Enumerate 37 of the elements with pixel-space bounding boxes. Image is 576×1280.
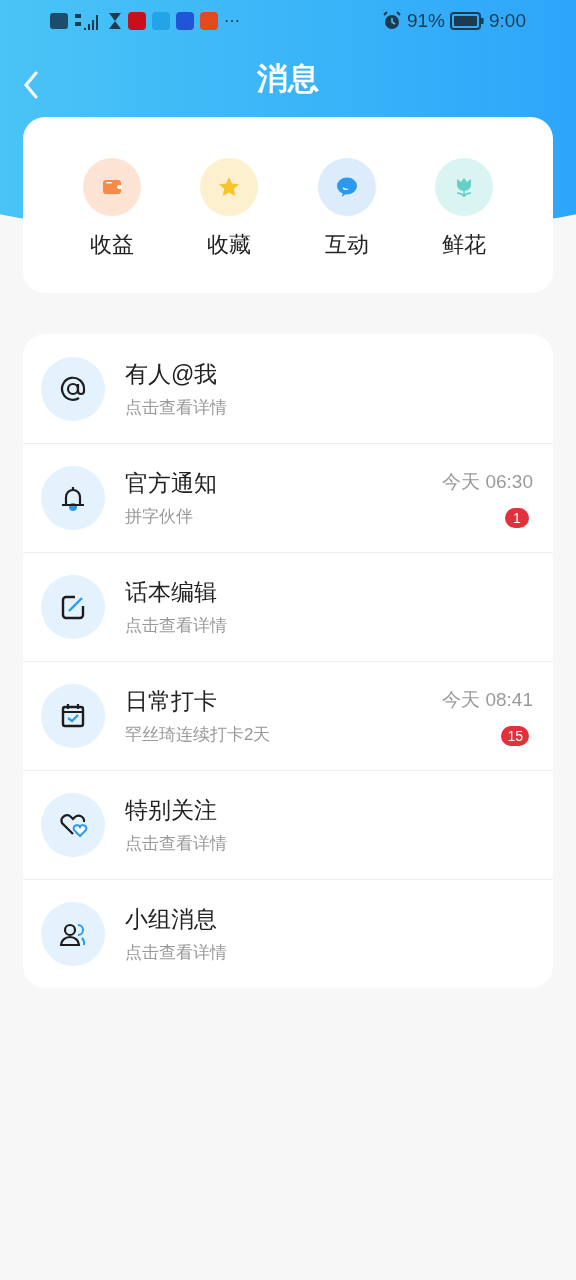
message-row[interactable]: 小组消息 点击查看详情	[23, 879, 553, 988]
app-icon	[176, 12, 194, 30]
unread-count: 1	[505, 508, 529, 529]
message-subtitle: 拼字伙伴	[125, 506, 194, 528]
message-title: 特别关注	[125, 796, 218, 825]
message-subtitle: 点击查看详情	[125, 396, 228, 419]
message-row[interactable]: 有人@我 点击查看详情	[23, 334, 553, 443]
message-subtitle: 点击查看详情	[125, 615, 228, 637]
message-row[interactable]: 话本编辑 点击查看详情	[23, 552, 553, 661]
shortcut-item[interactable]: 收藏	[170, 158, 288, 293]
app-icon	[128, 12, 146, 30]
message-time: 今天 06:30	[442, 469, 533, 494]
battery-icon	[450, 12, 484, 30]
message-subtitle: 点击查看详情	[125, 833, 228, 855]
app-icon	[152, 12, 170, 30]
message-row[interactable]: 官方通知 拼字伙伴 今天 06:30 1	[23, 443, 553, 552]
message-row[interactable]: 特别关注 点击查看详情	[23, 770, 553, 879]
hourglass-icon	[108, 12, 122, 30]
more-notifications: ⋯	[224, 11, 240, 31]
page-title: 消息	[257, 60, 319, 99]
shortcut-item[interactable]: 鲜花	[405, 158, 523, 293]
message-title: 小组消息	[125, 905, 218, 934]
message-time: 今天 08:41	[442, 687, 533, 712]
message-title: 有人@我	[125, 359, 219, 389]
message-title: 话本编辑	[125, 578, 218, 607]
app-icon	[200, 12, 218, 30]
message-title: 官方通知	[125, 469, 218, 498]
battery-percent: 91%	[407, 8, 445, 33]
message-title: 日常打卡	[125, 687, 218, 716]
message-row[interactable]: 日常打卡 罕丝琦连续打卡2天 今天 08:41 15	[23, 661, 553, 770]
alarm-icon	[382, 11, 402, 31]
clock-time: 9:00	[489, 8, 526, 33]
unread-count: 15	[501, 726, 529, 747]
shortcut-item[interactable]: 互动	[288, 158, 406, 293]
message-subtitle: 点击查看详情	[125, 942, 228, 964]
message-subtitle: 罕丝琦连续打卡2天	[125, 724, 272, 746]
shortcut-item[interactable]: 收益	[53, 158, 171, 293]
